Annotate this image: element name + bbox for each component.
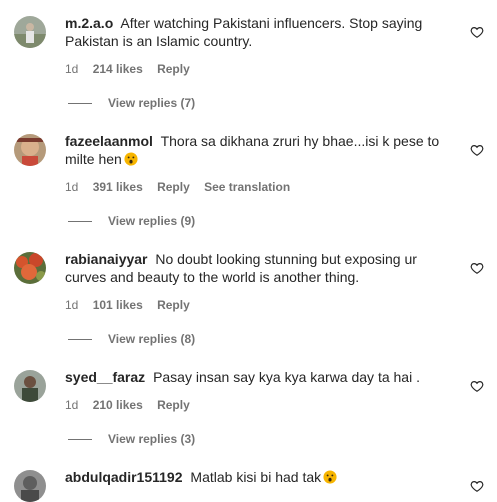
comment-body: After watching Pakistani influencers. St… — [65, 15, 423, 49]
heart-icon[interactable] — [470, 25, 484, 39]
view-replies-label: View replies (7) — [108, 96, 196, 110]
avatar[interactable] — [14, 16, 46, 48]
avatar[interactable] — [14, 252, 46, 284]
astonished-face-icon — [323, 470, 337, 484]
comment-likes[interactable]: 214 likes — [93, 62, 143, 76]
astonished-face-icon — [124, 152, 138, 166]
comment-meta: 1d 214 likes Reply — [65, 62, 201, 76]
view-replies-button[interactable]: View replies (8) — [68, 332, 195, 346]
replies-divider-line — [68, 221, 92, 223]
view-replies-label: View replies (3) — [108, 432, 196, 446]
view-replies-label: View replies (8) — [108, 332, 196, 346]
heart-icon[interactable] — [470, 379, 484, 393]
view-replies-button[interactable]: View replies (3) — [68, 432, 195, 446]
comment-text-block: m.2.a.o After watching Pakistani influen… — [65, 14, 455, 50]
replies-divider-line — [68, 339, 92, 341]
heart-icon[interactable] — [470, 479, 484, 493]
view-replies-button[interactable]: View replies (7) — [68, 96, 195, 110]
comment-likes[interactable]: 391 likes — [93, 180, 143, 194]
view-replies-label: View replies (9) — [108, 214, 196, 228]
comment-username[interactable]: m.2.a.o — [65, 15, 113, 31]
comment-time: 1d — [65, 398, 79, 412]
comment-time: 1d — [65, 298, 79, 312]
comment-time: 1d — [65, 180, 79, 194]
comment-username[interactable]: rabianaiyyar — [65, 251, 148, 267]
comment-body: Pasay insan say kya kya karwa day ta hai… — [153, 369, 420, 385]
reply-button[interactable]: Reply — [157, 298, 190, 312]
comment-text-block: abdulqadir151192 Matlab kisi bi had tak — [65, 468, 455, 486]
comment-text-block: fazeelaanmol Thora sa dikhana zruri hy b… — [65, 132, 455, 168]
reply-button[interactable]: Reply — [157, 180, 190, 194]
comment-likes[interactable]: 210 likes — [93, 398, 143, 412]
comment-time: 1d — [65, 62, 79, 76]
avatar[interactable] — [14, 370, 46, 402]
comment-username[interactable]: fazeelaanmol — [65, 133, 153, 149]
heart-icon[interactable] — [470, 143, 484, 157]
view-replies-button[interactable]: View replies (9) — [68, 214, 195, 228]
avatar[interactable] — [14, 134, 46, 166]
replies-divider-line — [68, 439, 92, 441]
see-translation-button[interactable]: See translation — [204, 180, 290, 194]
reply-button[interactable]: Reply — [157, 62, 190, 76]
comment-meta: 1d 101 likes Reply — [65, 298, 201, 312]
heart-icon[interactable] — [470, 261, 484, 275]
comment-username[interactable]: syed__faraz — [65, 369, 145, 385]
comment-likes[interactable]: 101 likes — [93, 298, 143, 312]
avatar[interactable] — [14, 470, 46, 502]
replies-divider-line — [68, 103, 92, 105]
reply-button[interactable]: Reply — [157, 398, 190, 412]
comment-text-block: syed__faraz Pasay insan say kya kya karw… — [65, 368, 455, 386]
comment-username[interactable]: abdulqadir151192 — [65, 469, 183, 485]
comment-meta: 1d 210 likes Reply — [65, 398, 201, 412]
comment-text-block: rabianaiyyar No doubt looking stunning b… — [65, 250, 455, 286]
comment-body: Matlab kisi bi had tak — [190, 469, 322, 485]
comment-meta: 1d 391 likes Reply See translation — [65, 180, 301, 194]
